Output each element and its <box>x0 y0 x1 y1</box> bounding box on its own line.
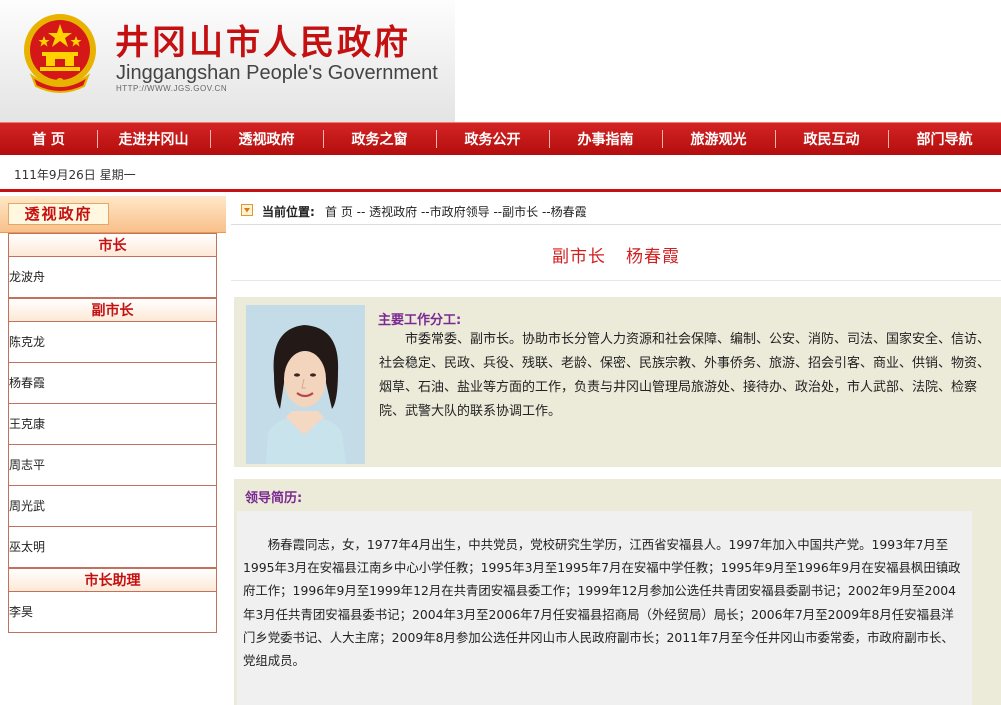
breadcrumb: 当前位置: 首 页 -- 透视政府 --市政府领导 --副市长 --杨春霞 <box>231 196 1001 225</box>
arrow-down-icon <box>241 204 253 216</box>
site-subtitle: Jinggangshan People's Government <box>116 62 438 84</box>
site-url: HTTP://WWW.JGS.GOV.CN <box>116 84 228 93</box>
date-bar: 111年9月26日 星期一 <box>0 155 1001 192</box>
breadcrumb-separator: -- <box>538 205 551 219</box>
nav-item-about[interactable]: 走进井冈山 <box>97 123 210 155</box>
site-header: 井冈山市人民政府 Jinggangshan People's Governmen… <box>0 0 1001 122</box>
breadcrumb-link-vice-mayor[interactable]: 副市长 <box>502 205 538 219</box>
leader-position: 副市长 <box>552 247 606 267</box>
main-nav: 首 页 走进井冈山 透视政府 政务之窗 政务公开 办事指南 旅游观光 政民互动 … <box>0 122 1001 155</box>
section-vice-mayor: 副市长 <box>8 298 217 322</box>
nav-item-interaction[interactable]: 政民互动 <box>775 123 888 155</box>
biography-panel: 领导简历: 杨春霞同志，女，1977年4月出生，中共党员，党校研究生学历，江西省… <box>234 479 1001 705</box>
leader-list: 市长 龙波舟 副市长 陈克龙 杨春霞 王克康 周志平 周光武 巫太明 市长助理 … <box>8 233 217 633</box>
biography-title: 领导简历: <box>245 491 303 506</box>
leader-link[interactable]: 周志平 <box>8 445 217 486</box>
breadcrumb-link-home[interactable]: 首 页 <box>325 205 353 219</box>
nav-item-public-affairs[interactable]: 政务公开 <box>436 123 549 155</box>
nav-item-government[interactable]: 透视政府 <box>210 123 323 155</box>
current-date: 111年9月26日 星期一 <box>14 168 136 182</box>
divider <box>231 280 1001 281</box>
profile-panel: 主要工作分工: 市委常委、副市长。协助市长分管人力资源和社会保障、编制、公安、消… <box>234 297 1001 467</box>
nav-item-affairs-window[interactable]: 政务之窗 <box>323 123 436 155</box>
leader-link[interactable]: 龙波舟 <box>8 257 217 298</box>
site-banner: 井冈山市人民政府 Jinggangshan People's Governmen… <box>0 0 455 122</box>
leader-link[interactable]: 王克康 <box>8 404 217 445</box>
breadcrumb-path: 首 页 -- 透视政府 --市政府领导 --副市长 --杨春霞 <box>325 203 587 220</box>
nav-item-service-guide[interactable]: 办事指南 <box>549 123 662 155</box>
leader-name: 杨春霞 <box>626 247 680 267</box>
nav-list: 首 页 走进井冈山 透视政府 政务之窗 政务公开 办事指南 旅游观光 政民互动 … <box>0 123 1001 155</box>
biography-text: 杨春霞同志，女，1977年4月出生，中共党员，党校研究生学历，江西省安福县人。1… <box>243 537 961 669</box>
duty-text: 市委常委、副市长。协助市长分管人力资源和社会保障、编制、公安、消防、司法、国家安… <box>379 332 991 419</box>
page-title: 副市长 杨春霞 <box>231 242 1001 267</box>
breadcrumb-label: 当前位置: <box>262 205 315 219</box>
section-mayor: 市长 <box>8 233 217 257</box>
breadcrumb-link-leaders[interactable]: 市政府领导 <box>430 205 490 219</box>
breadcrumb-separator: -- <box>489 205 503 219</box>
biography-body: 杨春霞同志，女，1977年4月出生，中共党员，党校研究生学历，江西省安福县人。1… <box>237 511 972 705</box>
breadcrumb-current: 杨春霞 <box>550 205 587 219</box>
sidebar-title: 透视政府 <box>8 203 109 225</box>
leader-link[interactable]: 杨春霞 <box>8 363 217 404</box>
sidebar-header: 透视政府 <box>0 196 226 233</box>
duty-title: 主要工作分工: <box>378 313 462 328</box>
breadcrumb-link-government[interactable]: 透视政府 <box>369 205 417 219</box>
breadcrumb-separator: -- <box>352 205 370 219</box>
portrait-image <box>246 305 365 464</box>
leader-link[interactable]: 巫太明 <box>8 527 217 568</box>
leader-link[interactable]: 周光武 <box>8 486 217 527</box>
national-emblem-icon <box>24 14 96 93</box>
leader-photo <box>246 305 365 464</box>
section-mayor-assistant: 市长助理 <box>8 568 217 592</box>
breadcrumb-separator: -- <box>417 205 430 219</box>
leader-link[interactable]: 陈克龙 <box>8 322 217 363</box>
nav-item-departments[interactable]: 部门导航 <box>888 123 1001 155</box>
site-title: 井冈山市人民政府 <box>115 23 411 63</box>
nav-item-home[interactable]: 首 页 <box>0 123 97 155</box>
nav-item-tourism[interactable]: 旅游观光 <box>662 123 775 155</box>
leader-link[interactable]: 李昊 <box>8 592 217 633</box>
main-content: 当前位置: 首 页 -- 透视政府 --市政府领导 --副市长 --杨春霞 副市… <box>231 196 1001 705</box>
